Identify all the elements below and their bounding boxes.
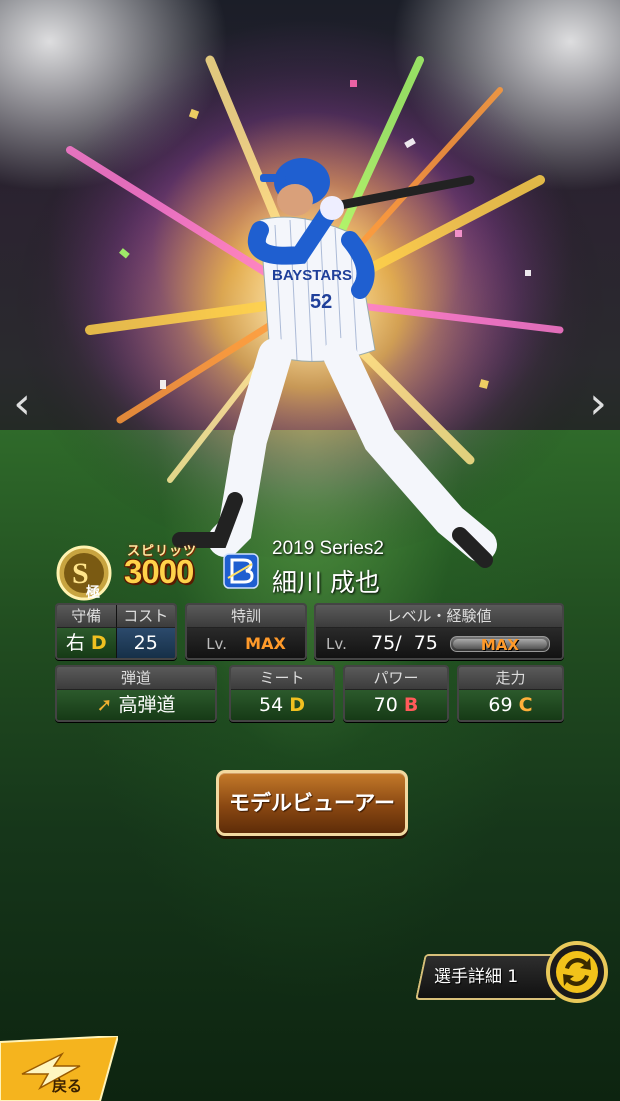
meet-number: 54 — [258, 694, 284, 716]
power-number: 70 — [373, 694, 398, 716]
model-viewer-button[interactable]: モデルビューアー — [216, 770, 408, 836]
level-current: 75 — [371, 632, 396, 654]
game-screen: ‹ › BAYSTARS 52 S 極 スピリッツ 3000 2019 Seri… — [0, 0, 620, 1101]
meet-value: 54 D — [231, 690, 333, 720]
exp-max-label: MAX — [480, 635, 519, 654]
player-figure: BAYSTARS 52 — [172, 158, 497, 568]
trajectory-value: ➚ 高弾道 — [57, 690, 215, 720]
trajectory-panel: 弾道 ➚ 高弾道 — [55, 665, 217, 722]
rank-sub: 極 — [86, 584, 100, 601]
uniform-text: BAYSTARS — [272, 267, 352, 284]
power-value: 70 B — [345, 690, 447, 720]
speed-header: 走力 — [459, 667, 562, 690]
training-panel: 特訓 Lv. MAX — [185, 603, 307, 660]
level-header: レベル・経験値 — [316, 605, 562, 628]
level-panel: レベル・経験値 Lv. 75/ 75 MAX — [314, 603, 564, 660]
defense-position: 右 — [65, 632, 85, 654]
meet-panel: ミート 54 D — [229, 665, 335, 722]
next-player-chevron-right-icon[interactable]: › — [578, 380, 618, 428]
training-max: MAX — [245, 634, 286, 653]
swap-refresh-icon[interactable] — [545, 940, 609, 1004]
defense-cost-panel: 守備 コスト 右 D 25 — [55, 603, 177, 660]
spirits-value: 3000 — [124, 553, 194, 590]
training-header: 特訓 — [187, 605, 305, 628]
trajectory-text: 高弾道 — [118, 694, 176, 716]
training-lv-prefix: Lv. — [206, 635, 228, 653]
series-label: 2019 Series2 — [272, 538, 384, 559]
defense-grade: D — [90, 632, 107, 654]
defense-header: 守備 — [57, 605, 116, 628]
level-separator: / — [395, 632, 402, 654]
power-header: パワー — [345, 667, 447, 690]
cost-value: 25 — [115, 628, 175, 658]
uniform-number: 52 — [310, 291, 332, 313]
player-name: 細川 成也 — [272, 568, 380, 597]
defense-value: 右 D — [57, 628, 116, 658]
level-value: Lv. 75/ 75 MAX — [316, 628, 562, 658]
meet-grade: D — [289, 694, 305, 716]
up-right-arrow-icon: ➚ — [96, 694, 113, 716]
meet-header: ミート — [231, 667, 333, 690]
power-grade: B — [403, 694, 419, 716]
speed-panel: 走力 69 C — [457, 665, 564, 722]
level-max: 75 — [413, 632, 438, 654]
baystars-logo-icon — [223, 553, 259, 589]
rank-s-kiwami-badge-icon: S 極 — [56, 545, 112, 601]
power-panel: パワー 70 B — [343, 665, 449, 722]
prev-player-chevron-left-icon[interactable]: ‹ — [2, 380, 42, 428]
exp-bar: MAX — [449, 635, 550, 654]
player-detail-label[interactable]: 選手詳細 1 — [434, 962, 518, 992]
cost-header: コスト — [115, 605, 175, 628]
trajectory-header: 弾道 — [57, 667, 215, 690]
speed-number: 69 — [488, 694, 513, 716]
speed-grade: C — [518, 694, 533, 716]
speed-value: 69 C — [459, 690, 562, 720]
level-lv-prefix: Lv. — [326, 635, 347, 653]
back-label[interactable]: 戻る — [52, 1075, 82, 1096]
training-value: Lv. MAX — [187, 628, 305, 658]
